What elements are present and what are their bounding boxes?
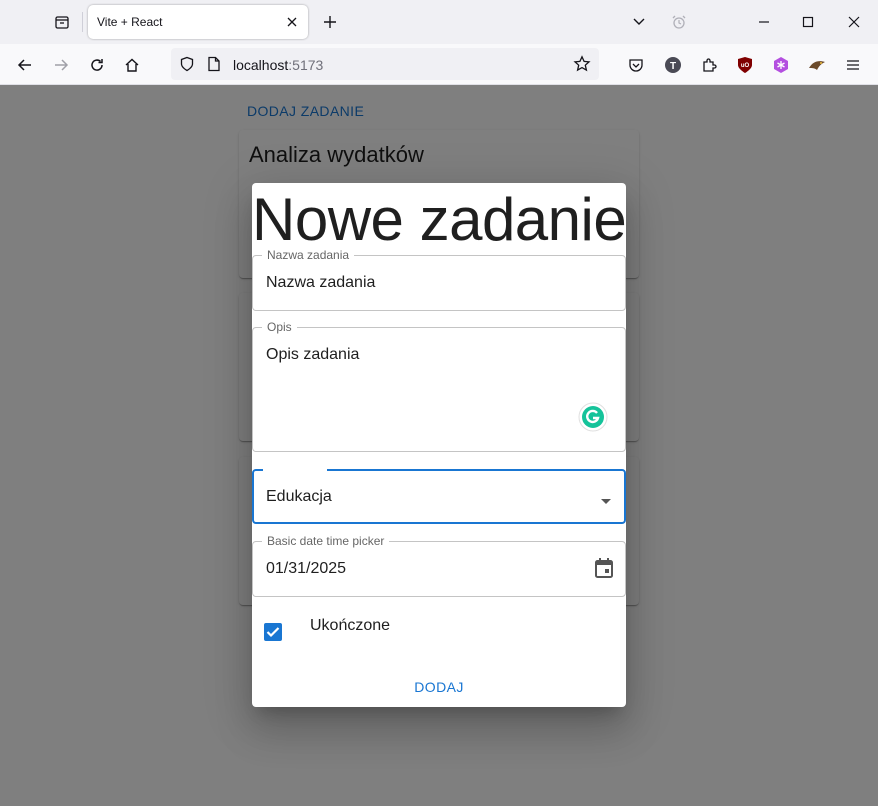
date-picker-label: Basic date time picker <box>262 534 390 548</box>
date-picker-field[interactable]: Basic date time picker 01/31/2025 <box>252 534 626 597</box>
shield-icon[interactable] <box>179 56 195 77</box>
description-input[interactable]: Opis zadania <box>266 346 359 364</box>
completed-label: Ukończone <box>310 617 391 634</box>
close-icon[interactable] <box>284 14 300 30</box>
browser-navbar: localhost:5173 T uO <box>0 44 878 85</box>
task-name-input[interactable]: Nazwa zadania <box>266 274 375 292</box>
dialog-title: Nowe zadanie <box>252 186 627 253</box>
new-task-dialog: Nowe zadanie Nazwa zadania Nazwa zadania… <box>252 183 627 707</box>
maximize-icon[interactable] <box>796 10 820 34</box>
svg-text:uO: uO <box>741 63 750 69</box>
reload-icon[interactable] <box>84 52 110 78</box>
url-bar[interactable]: localhost:5173 <box>171 48 599 80</box>
description-field[interactable]: Opis Opis zadania <box>252 320 626 452</box>
forward-arrow-icon[interactable] <box>48 52 74 78</box>
back-arrow-icon[interactable] <box>12 52 38 78</box>
tab-list-icon[interactable] <box>50 10 74 34</box>
pocket-icon[interactable] <box>623 52 649 78</box>
extensions-icon[interactable] <box>696 52 722 78</box>
submit-button[interactable]: DODAJ <box>402 679 476 699</box>
extension-bird-icon[interactable] <box>804 52 830 78</box>
grammarly-icon[interactable] <box>578 402 608 437</box>
new-tab-plus-icon[interactable] <box>318 10 342 34</box>
url-text: localhost:5173 <box>233 57 323 73</box>
calendar-icon[interactable] <box>594 557 614 584</box>
task-name-label: Nazwa zadania <box>262 248 355 262</box>
category-select[interactable]: Edukacja <box>252 469 626 524</box>
menu-icon[interactable] <box>840 52 866 78</box>
bookmark-star-icon[interactable] <box>573 55 591 78</box>
page-content: DODAJ ZADANIE Analiza wydatków Nowe zada… <box>0 85 878 806</box>
completed-checkbox[interactable] <box>264 623 282 641</box>
extension-hex-icon[interactable] <box>768 52 794 78</box>
account-icon[interactable]: T <box>660 52 686 78</box>
tab-separator <box>82 12 83 32</box>
svg-text:T: T <box>670 61 676 72</box>
task-name-field[interactable]: Nazwa zadania Nazwa zadania <box>252 248 626 311</box>
ublock-icon[interactable]: uO <box>732 52 758 78</box>
tab-title: Vite + React <box>97 15 163 29</box>
arrow-drop-down-icon[interactable] <box>600 493 612 511</box>
alarm-icon[interactable] <box>667 10 691 34</box>
select-label-notch <box>263 469 327 472</box>
category-value: Edukacja <box>266 488 332 505</box>
description-label: Opis <box>262 320 297 334</box>
url-port: :5173 <box>288 57 324 73</box>
browser-tabbar: Vite + React <box>0 0 878 44</box>
url-host: localhost <box>233 57 289 73</box>
minimize-icon[interactable] <box>752 10 776 34</box>
browser-tab[interactable]: Vite + React <box>88 5 308 39</box>
chevron-down-icon[interactable] <box>627 10 651 34</box>
home-icon[interactable] <box>119 52 145 78</box>
date-input[interactable]: 01/31/2025 <box>266 560 346 578</box>
window-close-icon[interactable] <box>842 10 866 34</box>
page-icon[interactable] <box>207 56 221 77</box>
